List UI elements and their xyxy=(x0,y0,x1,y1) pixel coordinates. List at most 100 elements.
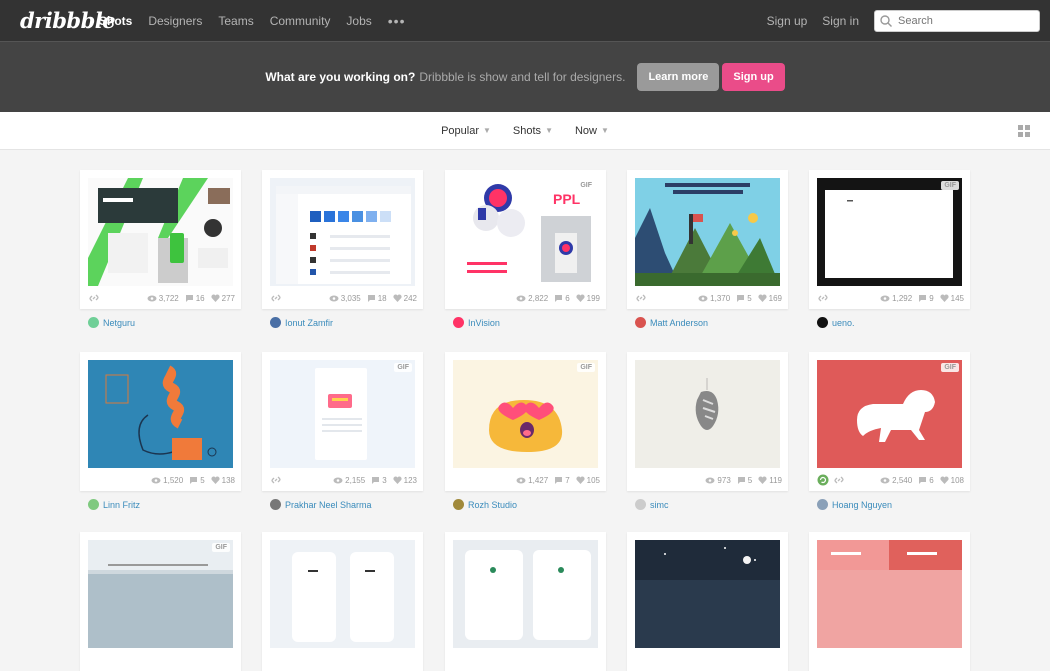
shot-thumbnail[interactable] xyxy=(88,360,233,468)
shot-author[interactable]: ueno. xyxy=(817,317,970,328)
likes-count[interactable]: 199 xyxy=(576,294,600,303)
likes-count[interactable]: 108 xyxy=(940,476,964,485)
likes-count[interactable]: 138 xyxy=(211,476,235,485)
shot-card[interactable]: 3,035 18 242 xyxy=(262,170,423,309)
likes-count[interactable]: 105 xyxy=(576,476,600,485)
author-name[interactable]: Netguru xyxy=(103,318,135,328)
shot-thumbnail[interactable] xyxy=(270,178,415,286)
chevron-down-icon: ▼ xyxy=(601,126,609,135)
grid-view-icon[interactable] xyxy=(1018,125,1030,137)
nav-designers[interactable]: Designers xyxy=(148,14,202,28)
shot-card[interactable] xyxy=(809,532,970,671)
likes-count[interactable]: 123 xyxy=(393,476,417,485)
shot-author[interactable]: Netguru xyxy=(88,317,241,328)
avatar[interactable] xyxy=(453,499,464,510)
author-name[interactable]: Rozh Studio xyxy=(468,500,517,510)
avatar[interactable] xyxy=(270,317,281,328)
shot-item xyxy=(445,532,606,671)
chevron-down-icon: ▼ xyxy=(483,126,491,135)
shot-thumbnail[interactable] xyxy=(88,178,233,286)
author-name[interactable]: Prakhar Neel Sharma xyxy=(285,500,372,510)
link-icon[interactable] xyxy=(270,292,282,304)
shot-card[interactable]: GIF 1,427 7 105 xyxy=(445,352,606,491)
learn-more-button[interactable]: Learn more xyxy=(637,63,720,91)
shot-card[interactable] xyxy=(262,532,423,671)
avatar[interactable] xyxy=(88,499,99,510)
shot-author[interactable]: Prakhar Neel Sharma xyxy=(270,499,423,510)
avatar[interactable] xyxy=(270,499,281,510)
shot-author[interactable]: Matt Anderson xyxy=(635,317,788,328)
shot-card[interactable]: GIF 1,292 9 145 xyxy=(809,170,970,309)
search-input[interactable] xyxy=(896,13,1030,28)
avatar[interactable] xyxy=(635,317,646,328)
nav-shots[interactable]: Shots xyxy=(99,14,132,28)
shot-card[interactable]: GIF xyxy=(80,532,241,671)
author-name[interactable]: Linn Fritz xyxy=(103,500,140,510)
author-name[interactable]: simc xyxy=(650,500,669,510)
shot-thumbnail[interactable]: GIF xyxy=(817,360,962,468)
link-icon[interactable] xyxy=(635,292,647,304)
author-name[interactable]: Matt Anderson xyxy=(650,318,708,328)
link-icon[interactable] xyxy=(833,474,845,486)
likes-count[interactable]: 145 xyxy=(940,294,964,303)
shot-author[interactable]: Ionut Zamfir xyxy=(270,317,423,328)
author-name[interactable]: InVision xyxy=(468,318,500,328)
shot-author[interactable]: Hoang Nguyen xyxy=(817,499,970,510)
shot-card[interactable]: 3,722 16 277 xyxy=(80,170,241,309)
comments-value: 3 xyxy=(382,475,387,485)
author-name[interactable]: Ionut Zamfir xyxy=(285,318,333,328)
banner-sign-up-button[interactable]: Sign up xyxy=(722,63,785,91)
likes-count[interactable]: 242 xyxy=(393,294,417,303)
shot-thumbnail[interactable]: PPL GIF xyxy=(453,178,598,286)
shot-card[interactable] xyxy=(627,532,788,671)
avatar[interactable] xyxy=(88,317,99,328)
link-icon[interactable] xyxy=(817,292,829,304)
nav-community[interactable]: Community xyxy=(270,14,331,28)
shot-author[interactable]: Rozh Studio xyxy=(453,499,606,510)
shot-thumbnail[interactable]: GIF xyxy=(817,178,962,286)
link-icon[interactable] xyxy=(270,474,282,486)
shot-card[interactable]: PPL GIF 2,822 6 199 xyxy=(445,170,606,309)
shot-thumbnail[interactable] xyxy=(270,540,415,648)
shot-card[interactable]: 1,520 5 138 xyxy=(80,352,241,491)
author-name[interactable]: Hoang Nguyen xyxy=(832,500,892,510)
nav-sign-up[interactable]: Sign up xyxy=(767,14,808,28)
shot-item xyxy=(627,532,788,671)
shot-card[interactable] xyxy=(445,532,606,671)
shot-card[interactable]: GIF 2,540 6 108 xyxy=(809,352,970,491)
author-name[interactable]: ueno. xyxy=(832,318,855,328)
shot-thumbnail[interactable] xyxy=(635,540,780,648)
shot-author[interactable]: InVision xyxy=(453,317,606,328)
shot-thumbnail[interactable] xyxy=(635,360,780,468)
rebound-icon[interactable] xyxy=(817,474,829,486)
avatar[interactable] xyxy=(635,499,646,510)
shot-card[interactable]: GIF 2,155 3 123 xyxy=(262,352,423,491)
nav-jobs[interactable]: Jobs xyxy=(346,14,371,28)
shot-author[interactable]: Linn Fritz xyxy=(88,499,241,510)
likes-value: 119 xyxy=(769,475,782,485)
shot-card[interactable]: 1,370 5 169 xyxy=(627,170,788,309)
filter-popular[interactable]: Popular ▼ xyxy=(441,125,491,137)
likes-count[interactable]: 119 xyxy=(758,476,782,485)
likes-count[interactable]: 169 xyxy=(758,294,782,303)
shot-thumbnail[interactable]: GIF xyxy=(88,540,233,648)
shot-thumbnail[interactable]: GIF xyxy=(270,360,415,468)
avatar[interactable] xyxy=(817,317,828,328)
nav-teams[interactable]: Teams xyxy=(218,14,253,28)
link-icon[interactable] xyxy=(88,292,100,304)
search-box[interactable] xyxy=(874,9,1040,32)
nav-sign-in[interactable]: Sign in xyxy=(822,14,859,28)
filter-shots[interactable]: Shots ▼ xyxy=(513,125,553,137)
filter-now[interactable]: Now ▼ xyxy=(575,125,609,137)
views-count: 3,035 xyxy=(329,294,361,303)
more-menu-icon[interactable]: ••• xyxy=(388,13,406,29)
shot-card[interactable]: 973 5 119 xyxy=(627,352,788,491)
avatar[interactable] xyxy=(453,317,464,328)
likes-count[interactable]: 277 xyxy=(211,294,235,303)
shot-thumbnail[interactable]: GIF xyxy=(453,360,598,468)
shot-thumbnail[interactable] xyxy=(635,178,780,286)
shot-author[interactable]: simc xyxy=(635,499,788,510)
shot-thumbnail[interactable] xyxy=(817,540,962,648)
avatar[interactable] xyxy=(817,499,828,510)
shot-thumbnail[interactable] xyxy=(453,540,598,648)
